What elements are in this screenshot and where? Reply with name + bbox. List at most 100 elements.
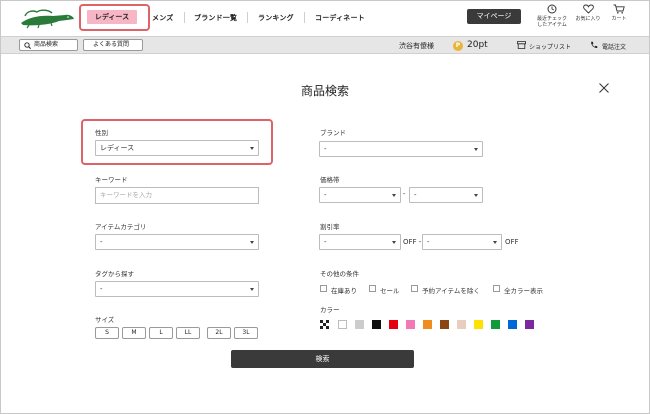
- keyword-input[interactable]: キーワードを入力: [95, 187, 259, 204]
- phone-order-link[interactable]: 電話注文: [591, 41, 626, 51]
- nav-divider: [247, 12, 248, 23]
- brand-label: ブランド: [320, 129, 346, 137]
- color-swatch[interactable]: [491, 320, 500, 329]
- product-search-button[interactable]: 商品検索: [19, 39, 78, 51]
- shop-list-label: ショップリスト: [529, 44, 572, 51]
- category-label: アイテムカテゴリ: [95, 223, 147, 231]
- color-swatch[interactable]: [457, 320, 466, 329]
- favorites-link[interactable]: お気に入り: [573, 4, 603, 22]
- faq-button[interactable]: よくある質問: [83, 39, 143, 51]
- nav-coordinate[interactable]: コーディネート: [315, 13, 365, 23]
- recent-items-link[interactable]: 最近チェック したアイテム: [535, 4, 569, 28]
- price-label: 価格帯: [320, 176, 340, 184]
- checkbox-all-colors[interactable]: 全カラー表示: [493, 285, 543, 295]
- discount-off-text-end: OFF: [505, 238, 519, 246]
- checkbox-sale[interactable]: セール: [369, 285, 400, 295]
- brand-value: -: [324, 145, 327, 153]
- size-button-m[interactable]: M: [122, 327, 146, 339]
- faq-label: よくある質問: [93, 41, 130, 48]
- size-button-l[interactable]: L: [149, 327, 173, 339]
- checkbox-label: 在庫あり: [331, 287, 357, 295]
- color-swatch[interactable]: [406, 320, 415, 329]
- product-search-label: 商品検索: [34, 41, 59, 48]
- chevron-down-icon: [392, 194, 396, 197]
- chevron-down-icon: [250, 288, 254, 291]
- nav-ranking[interactable]: ランキング: [258, 13, 294, 23]
- tag-value: -: [100, 285, 103, 293]
- keyword-placeholder: キーワードを入力: [100, 191, 152, 199]
- color-swatch[interactable]: [355, 320, 364, 329]
- category-select[interactable]: -: [95, 234, 259, 250]
- panel-title: 商品検索: [300, 84, 349, 98]
- search-button[interactable]: 検索: [231, 350, 414, 368]
- color-swatch[interactable]: [389, 320, 398, 329]
- gender-highlight: [81, 119, 273, 165]
- cart-icon: [613, 4, 625, 14]
- size-button-s[interactable]: S: [95, 327, 119, 339]
- checkbox-label: セール: [380, 287, 400, 295]
- points-value: 20pt: [467, 40, 488, 50]
- size-button-2l[interactable]: 2L: [207, 327, 231, 339]
- color-swatch-any-icon[interactable]: [320, 320, 329, 329]
- nav-ladies-highlight: [79, 4, 150, 31]
- nav-divider: [304, 12, 305, 23]
- user-name: 渋谷有傻様: [399, 42, 434, 50]
- price-range-dash: -: [403, 190, 406, 198]
- checkbox-box[interactable]: [493, 285, 500, 292]
- favorites-label: お気に入り: [575, 16, 601, 22]
- brand-select[interactable]: -: [319, 141, 483, 157]
- recent-label-2: したアイテム: [537, 22, 567, 28]
- discount-max-select[interactable]: -: [422, 234, 502, 250]
- chevron-down-icon: [493, 241, 497, 244]
- price-max-select[interactable]: -: [409, 187, 483, 203]
- color-swatch[interactable]: [372, 320, 381, 329]
- tag-select[interactable]: -: [95, 281, 259, 297]
- header: レディース メンズ ブランド一覧 ランキング コーディネート マイページ 最近チ…: [1, 1, 649, 35]
- points-coin-icon: P: [453, 41, 463, 51]
- price-min-select[interactable]: -: [319, 187, 401, 203]
- sub-toolbar: 商品検索 よくある質問 渋谷有傻様 P 20pt ショップリスト 電話注文: [1, 36, 649, 54]
- chevron-down-icon: [474, 194, 478, 197]
- chevron-down-icon: [250, 241, 254, 244]
- close-icon[interactable]: [598, 82, 610, 94]
- clock-icon: [547, 4, 557, 14]
- crocodile-logo[interactable]: [19, 7, 75, 29]
- size-button-3l[interactable]: 3L: [234, 327, 258, 339]
- color-swatch[interactable]: [474, 320, 483, 329]
- chevron-down-icon: [392, 241, 396, 244]
- size-label: サイズ: [95, 316, 115, 324]
- nav-divider: [184, 12, 185, 23]
- checkbox-label: 予約アイテムを除く: [422, 287, 480, 295]
- cart-link[interactable]: カート: [607, 4, 631, 22]
- phone-icon: [591, 41, 598, 49]
- size-button-ll[interactable]: LL: [176, 327, 200, 339]
- checkbox-label: 全カラー表示: [504, 287, 543, 295]
- color-label: カラー: [320, 306, 340, 314]
- other-conditions-label: その他の条件: [320, 270, 359, 278]
- search-icon: [24, 42, 31, 49]
- mypage-button[interactable]: マイページ: [467, 9, 521, 24]
- price-min-value: -: [324, 191, 327, 199]
- category-value: -: [100, 238, 103, 246]
- shop-list-link[interactable]: ショップリスト: [517, 41, 572, 51]
- nav-brands[interactable]: ブランド一覧: [194, 13, 237, 23]
- discount-min-select[interactable]: -: [319, 234, 401, 250]
- discount-label: 割引率: [320, 223, 340, 231]
- color-swatch[interactable]: [508, 320, 517, 329]
- checkbox-exclude-preorder[interactable]: 予約アイテムを除く: [411, 285, 480, 295]
- discount-min-value: -: [324, 238, 327, 246]
- checkbox-box[interactable]: [411, 285, 418, 292]
- cart-label: カート: [611, 16, 627, 22]
- color-swatch[interactable]: [525, 320, 534, 329]
- nav-mens[interactable]: メンズ: [152, 13, 173, 23]
- checkbox-box[interactable]: [369, 285, 376, 292]
- heart-icon: [582, 4, 594, 14]
- shop-icon: [517, 41, 526, 49]
- color-swatch[interactable]: [440, 320, 449, 329]
- checkbox-in-stock[interactable]: 在庫あり: [320, 285, 357, 295]
- checkbox-box[interactable]: [320, 285, 327, 292]
- color-swatch[interactable]: [338, 320, 347, 329]
- color-swatch[interactable]: [423, 320, 432, 329]
- chevron-down-icon: [474, 148, 478, 151]
- keyword-label: キーワード: [95, 176, 128, 184]
